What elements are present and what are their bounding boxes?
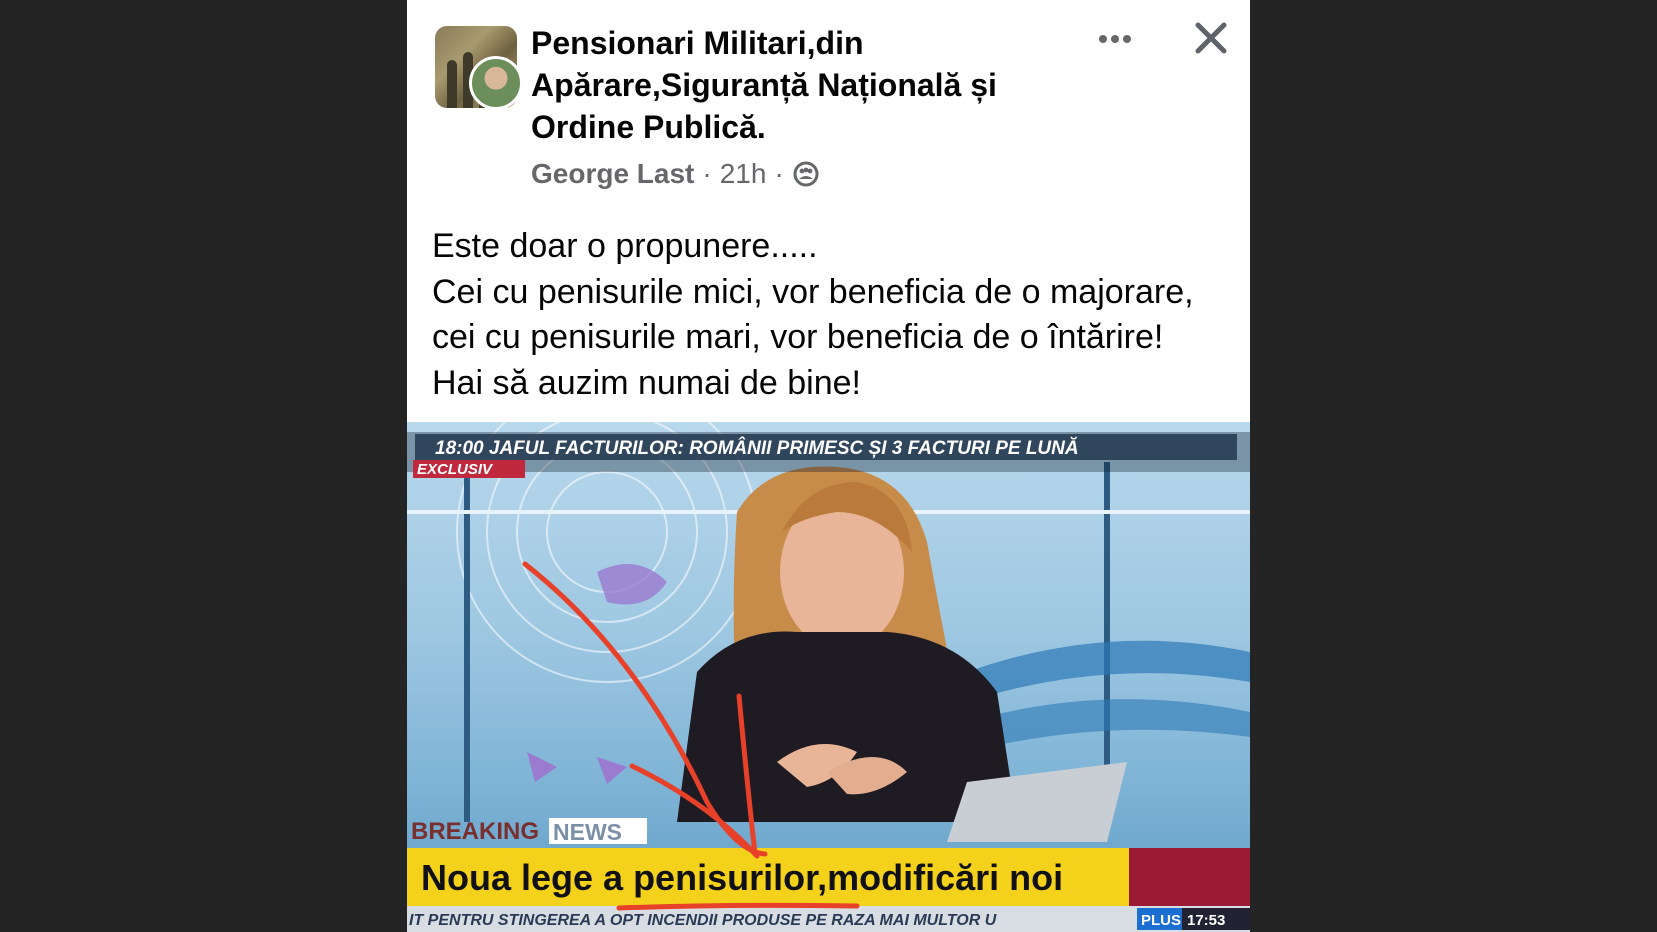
headline-text: Noua lege a penisurilor,modificări noi xyxy=(421,857,1063,898)
author-name[interactable]: George Last xyxy=(531,156,694,192)
group-avatar[interactable] xyxy=(435,26,523,110)
clock-label: 17:53 xyxy=(1187,912,1225,929)
group-name-line: Ordine Publică. xyxy=(531,109,766,145)
post-time[interactable]: 21h xyxy=(720,156,767,192)
news-label: NEWS xyxy=(553,819,622,845)
author-avatar[interactable] xyxy=(469,56,523,110)
post-text: Este doar o propunere..... Cei cu penisu… xyxy=(432,224,1232,406)
exclusive-label: EXCLUSIV xyxy=(417,461,494,478)
meta-separator: · xyxy=(702,158,712,189)
channel-label: PLUS xyxy=(1141,912,1181,929)
more-options-icon[interactable] xyxy=(1093,24,1137,54)
group-audience-icon xyxy=(792,160,820,188)
facebook-post: Pensionari Militari,din Apărare,Siguranț… xyxy=(407,0,1250,932)
group-name-line: Pensionari Militari,din xyxy=(531,25,864,61)
group-name-line: Apărare,Siguranță Națională și xyxy=(531,67,997,103)
close-icon[interactable] xyxy=(1191,18,1231,58)
post-header: Pensionari Militari,din Apărare,Siguranț… xyxy=(407,0,1250,205)
breaking-label: BREAKING xyxy=(411,818,539,845)
post-photo[interactable]: 18:00 JAFUL FACTURILOR: ROMÂNII PRIMESC … xyxy=(407,422,1250,932)
tv-screenshot: 18:00 JAFUL FACTURILOR: ROMÂNII PRIMESC … xyxy=(407,422,1250,932)
post-text-line: Cei cu penisurile mici, vor beneficia de… xyxy=(432,272,1194,311)
post-text-line: cei cu penisurile mari, vor beneficia de… xyxy=(432,318,1164,356)
group-name[interactable]: Pensionari Militari,din Apărare,Siguranț… xyxy=(531,22,1091,148)
post-text-line: Este doar o propunere..... xyxy=(432,227,818,265)
meta-separator: · xyxy=(774,158,784,189)
post-text-line: Hai să auzim numai de bine! xyxy=(432,363,862,402)
post-meta: George Last · 21h · xyxy=(531,156,820,192)
top-ticker-text: 18:00 JAFUL FACTURILOR: ROMÂNII PRIMESC … xyxy=(435,437,1079,459)
bottom-ticker-text: IT PENTRU STINGEREA A OPT INCENDII PRODU… xyxy=(409,912,997,929)
